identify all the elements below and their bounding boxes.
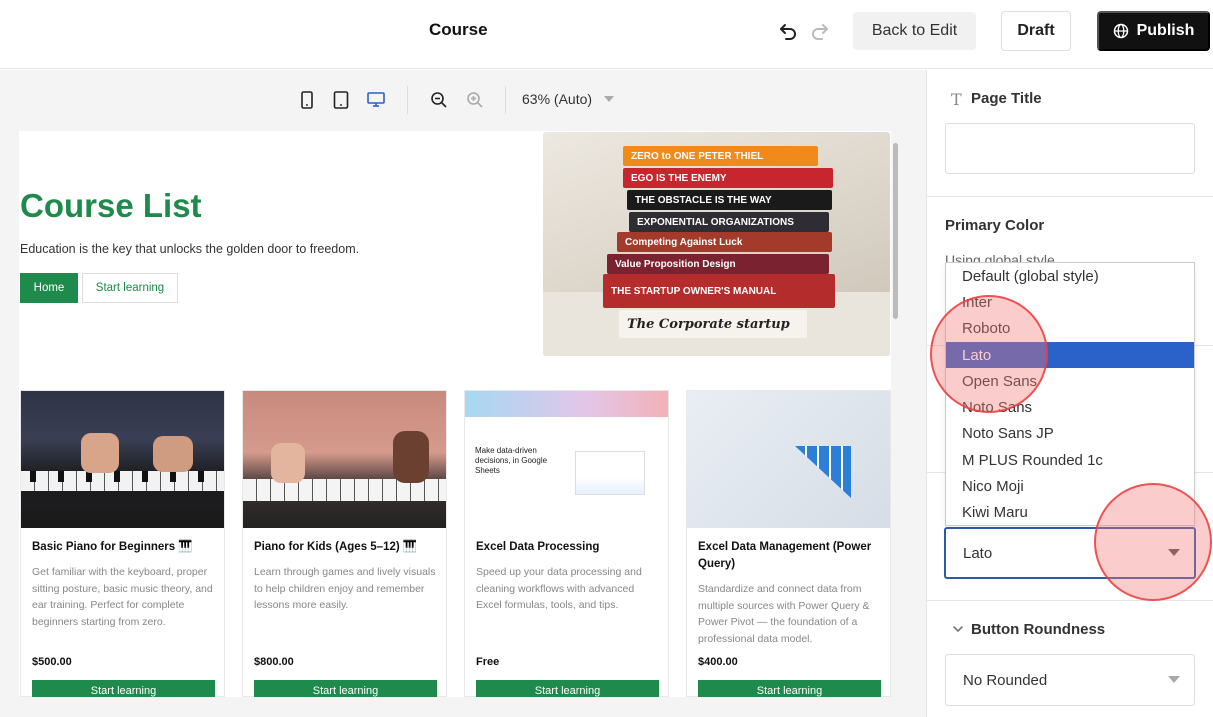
desktop-view-icon[interactable]	[366, 90, 386, 110]
back-to-edit-button[interactable]: Back to Edit	[853, 12, 976, 50]
divider	[927, 600, 1213, 601]
course-image-sheets: Make data-driven decisions, in Google Sh…	[465, 391, 668, 528]
scroll-thumb[interactable]	[893, 143, 898, 319]
draft-button[interactable]: Draft	[1001, 11, 1071, 51]
course-title: Excel Data Management (Power Query)	[698, 541, 872, 570]
book-spine: The Corporate startup	[619, 310, 807, 338]
chevron-down-icon[interactable]	[951, 622, 965, 636]
primary-color-label: Primary Color	[945, 217, 1045, 234]
zoom-out-icon[interactable]	[429, 90, 449, 110]
course-description: Speed up your data processing and cleani…	[476, 566, 642, 611]
font-option[interactable]: Roboto	[946, 316, 1194, 342]
course-card[interactable]: Excel Data Management (Power Query) Stan…	[686, 390, 891, 697]
course-title: Basic Piano for Beginners 🎹	[32, 541, 193, 553]
redo-icon[interactable]	[808, 19, 832, 43]
course-price: $400.00	[698, 656, 738, 668]
font-option-selected[interactable]: Lato	[946, 341, 1194, 369]
font-option[interactable]: Noto Sans JP	[946, 421, 1194, 447]
book-spine: Competing Against Luck	[617, 232, 832, 252]
book-spine: THE OBSTACLE IS THE WAY	[627, 190, 832, 210]
course-description: Get familiar with the keyboard, proper s…	[32, 566, 213, 628]
book-spine: Value Proposition Design	[607, 254, 829, 274]
course-description: Standardize and connect data from multip…	[698, 583, 870, 645]
course-card[interactable]: Basic Piano for Beginners 🎹 Get familiar…	[20, 390, 225, 697]
globe-icon	[1113, 23, 1128, 39]
sheets-headline: Make data-driven decisions, in Google Sh…	[475, 446, 548, 475]
publish-label: Publish	[1136, 22, 1195, 39]
chevron-down-icon[interactable]	[1168, 676, 1180, 683]
page-title: Course	[429, 20, 488, 39]
preview-scrollbar[interactable]	[891, 131, 901, 697]
font-option[interactable]: Nico Moji	[946, 473, 1194, 499]
font-option[interactable]: Default (global style)	[946, 263, 1194, 289]
book-spine: THE STARTUP OWNER'S MANUAL	[603, 274, 835, 308]
course-description: Learn through games and lively visuals t…	[254, 566, 436, 611]
course-price: $800.00	[254, 656, 294, 668]
course-title: Piano for Kids (Ages 5–12) 🎹	[254, 541, 418, 553]
chevron-down-icon[interactable]	[604, 96, 614, 102]
toolbar-divider	[505, 86, 506, 114]
course-price: $500.00	[32, 656, 72, 668]
start-learning-button[interactable]: Start learning	[254, 680, 437, 697]
font-option[interactable]: Open Sans	[946, 368, 1194, 394]
course-price: Free	[476, 656, 500, 668]
course-image-piano	[21, 391, 224, 528]
button-roundness-select[interactable]: No Rounded	[945, 654, 1195, 706]
font-select-value: Lato	[963, 544, 993, 562]
undo-icon[interactable]	[776, 19, 800, 43]
book-spine: ZERO to ONE PETER THIEL	[623, 146, 818, 166]
publish-button[interactable]: Publish	[1097, 11, 1210, 51]
font-option[interactable]: Inter	[946, 289, 1194, 315]
button-roundness-label: Button Roundness	[971, 621, 1106, 638]
page-title-input[interactable]	[945, 123, 1195, 174]
page-preview: Course List Education is the key that un…	[19, 131, 891, 697]
hero-subtitle: Education is the key that unlocks the go…	[20, 242, 360, 256]
font-dropdown-list[interactable]: Default (global style) Inter Roboto Lato…	[945, 262, 1195, 526]
course-image-power-query	[687, 391, 890, 528]
start-learning-button[interactable]: Start learning	[32, 680, 215, 697]
zoom-select[interactable]: 63% (Auto)	[522, 91, 592, 107]
book-spine: EXPONENTIAL ORGANIZATIONS	[629, 212, 829, 232]
mobile-view-icon[interactable]	[297, 90, 317, 110]
hero-title: Course List	[20, 187, 202, 224]
hero-image-books: ZERO to ONE PETER THIEL EGO IS THE ENEMY…	[543, 132, 890, 356]
home-button[interactable]: Home	[20, 273, 78, 303]
toolbar-divider	[407, 86, 408, 114]
tablet-view-icon[interactable]	[331, 90, 351, 110]
button-roundness-value: No Rounded	[963, 671, 1048, 689]
font-select[interactable]: Lato	[944, 527, 1196, 579]
hero-start-learning-button[interactable]: Start learning	[82, 273, 178, 303]
chevron-down-icon[interactable]	[1168, 549, 1180, 556]
font-option[interactable]: Noto Sans	[946, 394, 1194, 420]
course-card[interactable]: Make data-driven decisions, in Google Sh…	[464, 390, 669, 697]
text-type-icon: T	[951, 90, 962, 109]
start-learning-button[interactable]: Start learning	[476, 680, 659, 697]
start-learning-button[interactable]: Start learning	[698, 680, 881, 697]
font-option[interactable]: Kiwi Maru	[946, 500, 1194, 526]
top-bar: Course Back to Edit Draft Publish	[0, 0, 1213, 69]
course-image-kids-piano	[243, 391, 446, 528]
book-spine: EGO IS THE ENEMY	[623, 168, 833, 188]
course-title: Excel Data Processing	[476, 541, 600, 553]
page-title-label: Page Title	[971, 90, 1042, 107]
font-option[interactable]: M PLUS Rounded 1c	[946, 447, 1194, 473]
zoom-in-icon[interactable]	[465, 90, 485, 110]
course-card[interactable]: Piano for Kids (Ages 5–12) 🎹 Learn throu…	[242, 390, 447, 697]
divider	[927, 196, 1213, 197]
